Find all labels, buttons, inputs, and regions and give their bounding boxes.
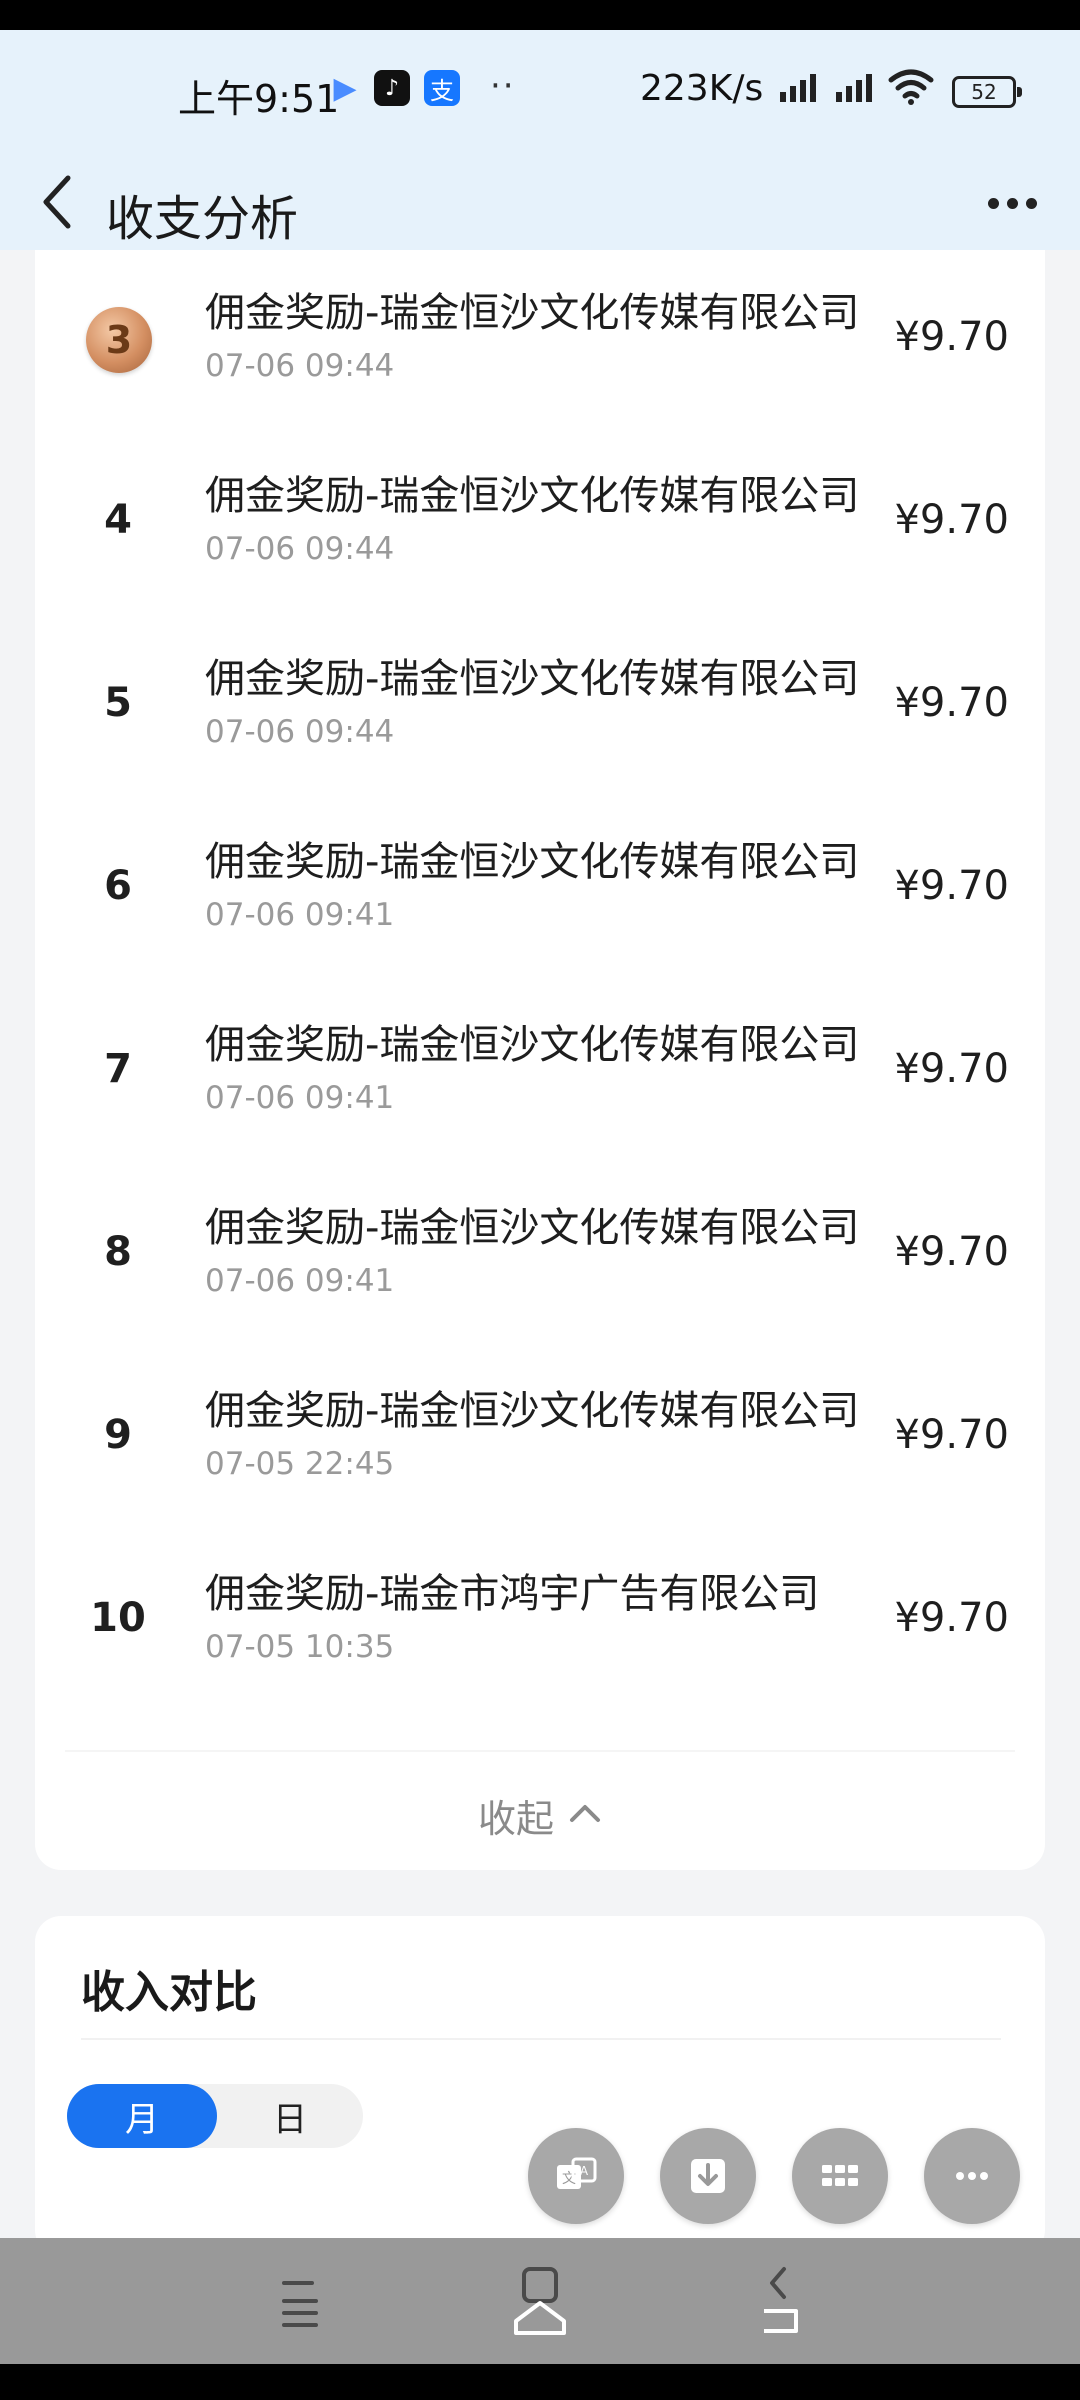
collapse-label: 收起 [477, 1796, 554, 1841]
item-rank: 10 [90, 1595, 146, 1641]
app-header: 收支分析 [0, 155, 1080, 250]
more-menu-icon[interactable] [982, 183, 1042, 223]
list-item[interactable]: 7 佣金奖励-瑞金恒沙文化传媒有限公司 07-06 09:41 ¥9.70 [35, 982, 1045, 1164]
download-button[interactable] [660, 2128, 756, 2224]
list-item[interactable]: 6 佣金奖励-瑞金恒沙文化传媒有限公司 07-06 09:41 ¥9.70 [35, 799, 1045, 981]
collapse-button[interactable]: 收起 [35, 1780, 1045, 1850]
translate-button[interactable]: 文 A [528, 2128, 624, 2224]
wifi-icon [888, 69, 934, 105]
home-icon[interactable] [495, 2256, 585, 2346]
notification-icons: ▶ ♪ 支 [330, 70, 460, 106]
list-item[interactable]: 8 佣金奖励-瑞金恒沙文化传媒有限公司 07-06 09:41 ¥9.70 [35, 1165, 1045, 1347]
list-item[interactable]: 3 佣金奖励-瑞金恒沙文化传媒有限公司 07-06 09:44 ¥9.70 [35, 250, 1045, 432]
item-title: 佣金奖励-瑞金恒沙文化传媒有限公司 [205, 656, 860, 702]
item-time: 07-06 09:41 [205, 897, 395, 933]
more-notifications-icon: ·· [490, 66, 516, 106]
status-bar: 上午9:51 ▶ ♪ 支 ·· 223K/s 52 [0, 30, 1080, 155]
chevron-up-icon [568, 1802, 602, 1828]
download-icon [691, 2159, 725, 2193]
signal-icon-1 [780, 70, 816, 102]
item-rank: 8 [104, 1229, 132, 1275]
bronze-medal-icon: 3 [86, 307, 152, 373]
apps-button[interactable] [792, 2128, 888, 2224]
more-icon [956, 2172, 988, 2180]
top-frame [0, 0, 1080, 30]
item-title: 佣金奖励-瑞金恒沙文化传媒有限公司 [205, 1022, 860, 1068]
item-title: 佣金奖励-瑞金市鸿宇广告有限公司 [205, 1571, 820, 1617]
system-nav-bar [0, 2238, 1080, 2364]
item-time: 07-05 22:45 [205, 1446, 395, 1482]
item-time: 07-06 09:41 [205, 1263, 395, 1299]
item-time: 07-05 10:35 [205, 1629, 395, 1665]
item-rank: 5 [104, 680, 132, 726]
more-actions-button[interactable] [924, 2128, 1020, 2224]
item-rank: 9 [104, 1412, 132, 1458]
list-item[interactable]: 10 佣金奖励-瑞金市鸿宇广告有限公司 07-05 10:35 ¥9.70 [35, 1531, 1045, 1713]
item-amount: ¥9.70 [894, 863, 1009, 909]
item-title: 佣金奖励-瑞金恒沙文化传媒有限公司 [205, 1205, 860, 1251]
back-icon[interactable] [32, 162, 82, 242]
item-amount: ¥9.70 [894, 1229, 1009, 1275]
period-toggle: 月 日 [67, 2084, 363, 2148]
item-amount: ¥9.70 [894, 680, 1009, 726]
item-rank: 6 [104, 863, 132, 909]
grid-icon [822, 2165, 858, 2186]
page-title: 收支分析 [106, 191, 299, 247]
list-item[interactable]: 5 佣金奖励-瑞金恒沙文化传媒有限公司 07-06 09:44 ¥9.70 [35, 616, 1045, 798]
back-nav-icon[interactable] [735, 2256, 825, 2346]
translate-icon: 文 A [557, 2157, 597, 2189]
item-amount: ¥9.70 [894, 1046, 1009, 1092]
list-item[interactable]: 9 佣金奖励-瑞金恒沙文化传媒有限公司 07-05 22:45 ¥9.70 [35, 1348, 1045, 1530]
status-time: 上午9:51 [178, 77, 340, 121]
network-speed: 223K/s [640, 68, 764, 109]
divider [81, 2038, 1001, 2040]
tab-day[interactable]: 日 [217, 2084, 363, 2148]
item-amount: ¥9.70 [894, 1412, 1009, 1458]
tiktok-icon: ♪ [374, 70, 410, 106]
divider [65, 1750, 1015, 1752]
menu-icon[interactable] [255, 2256, 345, 2346]
item-amount: ¥9.70 [894, 1595, 1009, 1641]
battery-icon: 52 [952, 76, 1022, 108]
item-time: 07-06 09:44 [205, 348, 395, 384]
item-amount: ¥9.70 [894, 314, 1009, 360]
item-rank: 7 [104, 1046, 132, 1092]
item-title: 佣金奖励-瑞金恒沙文化传媒有限公司 [205, 1388, 860, 1434]
item-time: 07-06 09:44 [205, 714, 395, 750]
item-title: 佣金奖励-瑞金恒沙文化传媒有限公司 [205, 290, 860, 336]
alipay-icon: 支 [424, 70, 460, 106]
income-ranking-card: 3 佣金奖励-瑞金恒沙文化传媒有限公司 07-06 09:44 ¥9.70 4 … [35, 250, 1045, 1870]
item-time: 07-06 09:41 [205, 1080, 395, 1116]
item-title: 佣金奖励-瑞金恒沙文化传媒有限公司 [205, 473, 860, 519]
item-title: 佣金奖励-瑞金恒沙文化传媒有限公司 [205, 839, 860, 885]
bottom-frame [0, 2364, 1080, 2400]
tab-month[interactable]: 月 [67, 2084, 217, 2148]
list-item[interactable]: 4 佣金奖励-瑞金恒沙文化传媒有限公司 07-06 09:44 ¥9.70 [35, 433, 1045, 615]
svg-text:A: A [580, 2164, 589, 2178]
video-app-icon: ▶ [333, 70, 357, 106]
item-time: 07-06 09:44 [205, 531, 395, 567]
item-rank: 4 [104, 497, 132, 543]
section-title: 收入对比 [81, 1967, 257, 2018]
signal-icon-2 [836, 70, 872, 102]
item-amount: ¥9.70 [894, 497, 1009, 543]
